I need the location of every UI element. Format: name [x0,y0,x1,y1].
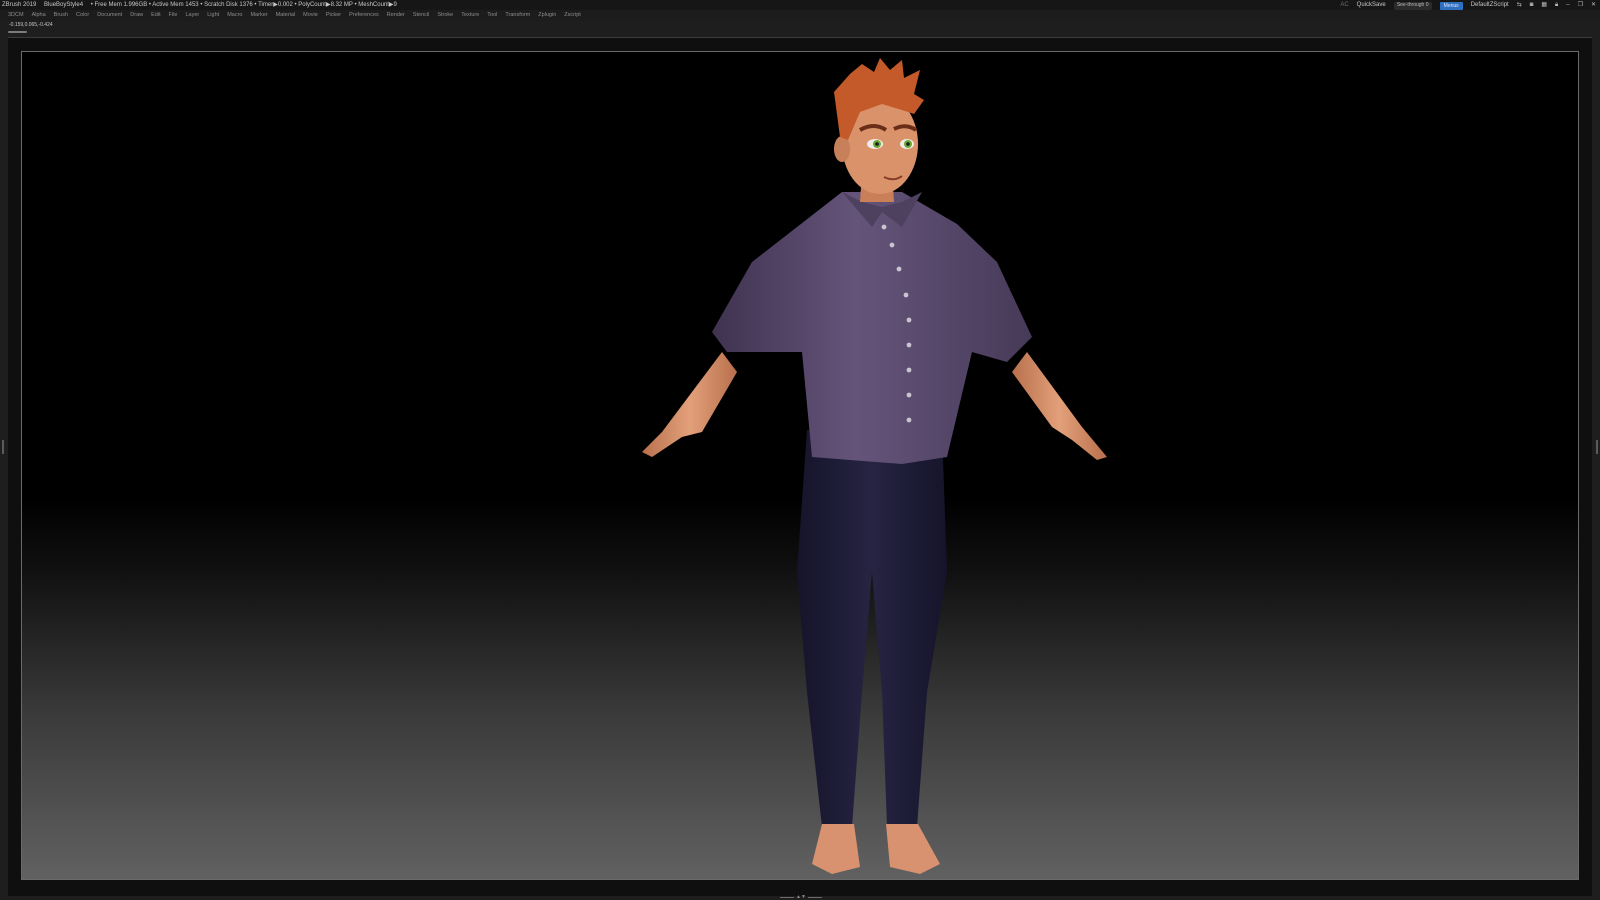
menu-items: 3DCM Alpha Brush Color Document Draw Edit File L… [8,10,581,21]
menu-item-transform[interactable]: Transform [505,10,530,21]
menu-item-edit[interactable]: Edit [151,10,160,21]
menu-item-macro[interactable]: Macro [227,10,242,21]
menu-item-zplugin[interactable]: Zplugin [538,10,556,21]
menu-item-tool[interactable]: Tool [487,10,497,21]
left-foot [812,824,860,874]
ear [834,136,850,162]
menu-item-zscript[interactable]: Zscript [564,10,581,21]
shirt [712,192,1032,464]
menu-item-light[interactable]: Light [207,10,219,21]
menu-item-color[interactable]: Color [76,10,89,21]
see-through-slider[interactable]: See-through 0 [1393,1,1432,10]
menu-item-material[interactable]: Material [276,10,296,21]
menu-item-render[interactable]: Render [387,10,405,21]
character-model [642,58,1107,874]
menu-item-draw[interactable]: Draw [130,10,143,21]
system-stats: • Free Mem 1.996GB • Active Mem 1453 • S… [90,2,397,8]
menu-item-stencil[interactable]: Stencil [413,10,430,21]
main-menu-bar: 3DCM Alpha Brush Color Document Draw Edit File L… [0,10,1600,21]
left-arm [642,352,737,457]
menu-item-picker[interactable]: Picker [326,10,341,21]
arrows-icon[interactable]: ⇆ [1517,0,1522,10]
lock-icon[interactable]: 🔒︎ [1555,0,1558,10]
close-icon[interactable]: ✕ [1591,0,1596,10]
menu-item-brush[interactable]: Brush [54,10,68,21]
restore-icon[interactable]: ❐ [1578,0,1583,10]
right-tray-handle[interactable] [1596,440,1598,454]
layout-icon[interactable]: ▦ [1541,0,1547,10]
title-bar: ZBrush 2019 BlueBoyStyle4 • Free Mem 1.9… [0,0,1600,10]
bottom-tray-handle[interactable]: ▲▼ [776,895,826,900]
menu-item-alpha[interactable]: Alpha [32,10,46,21]
canvas-viewport[interactable] [21,51,1579,880]
tray-handle[interactable] [8,31,27,33]
camera-icon[interactable]: ◙ [1530,0,1534,10]
menu-item-document[interactable]: Document [97,10,122,21]
menu-item-stroke[interactable]: Stroke [437,10,453,21]
menu-item-texture[interactable]: Texture [461,10,479,21]
menu-item-movie[interactable]: Movie [303,10,318,21]
menu-item-3dcm[interactable]: 3DCM [8,10,24,21]
app-title: ZBrush 2019 [2,2,37,8]
quicksave-button[interactable]: QuickSave [1357,0,1386,10]
default-zscript-button[interactable]: DefaultZScript [1471,0,1509,10]
right-arm [1012,352,1107,460]
ac-label[interactable]: AC [1340,0,1348,10]
pants [797,430,947,827]
menu-item-layer[interactable]: Layer [185,10,199,21]
minimize-icon[interactable]: – [1566,0,1569,10]
cursor-coordinates: -0.159,0.065,-0.424 [9,22,53,28]
left-tray-handle[interactable] [2,440,4,454]
right-foot [886,824,940,874]
menu-item-marker[interactable]: Marker [250,10,267,21]
menus-toggle-button[interactable]: Menus [1439,1,1463,10]
menu-item-file[interactable]: File [169,10,178,21]
ui-theme-name[interactable]: BlueBoyStyle4 [44,2,83,8]
menu-item-preferences[interactable]: Preferences [349,10,379,21]
